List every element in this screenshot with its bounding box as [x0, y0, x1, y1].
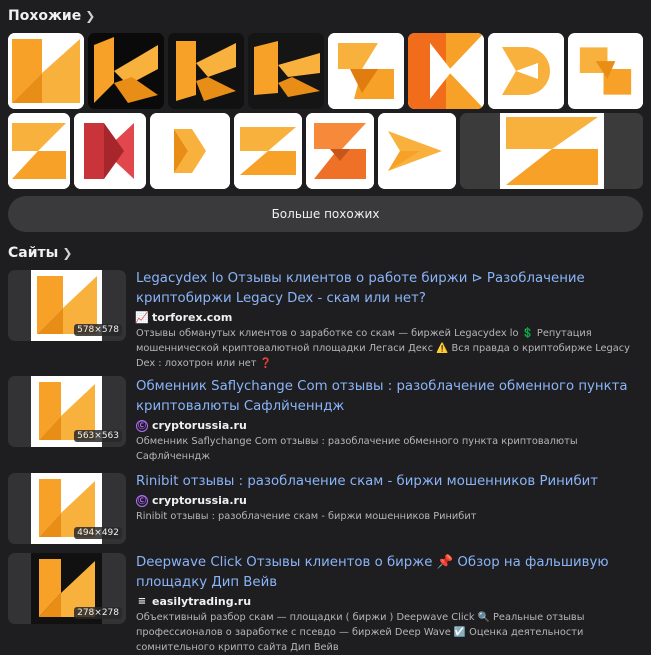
orange-logo-icon	[306, 113, 374, 189]
result-title-link[interactable]: Legacydex lo Отзывы клиентов о работе би…	[136, 269, 641, 309]
crypto-icon: Ⓒ	[136, 494, 148, 507]
dimensions-badge: 494×492	[74, 527, 122, 539]
orange-logo-icon	[378, 113, 456, 189]
result-site[interactable]: ≡ easilytrading.ru	[136, 595, 641, 608]
orange-logo-icon	[248, 33, 324, 109]
similar-image-tile[interactable]	[408, 33, 484, 109]
similar-image-tile[interactable]	[150, 113, 230, 189]
result-site[interactable]: Ⓒ cryptorussia.ru	[136, 494, 641, 507]
search-result: Legacydex lo Отзывы клиентов о работе би…	[135, 269, 641, 371]
red-logo-icon	[74, 113, 146, 189]
result-thumbnail[interactable]: 563×563	[8, 376, 126, 447]
similar-image-tile[interactable]	[8, 113, 70, 189]
chevron-right-icon: ❯	[85, 9, 96, 23]
similar-section-title[interactable]: Похожие ❯	[8, 8, 95, 24]
result-thumbnail[interactable]: 278×278	[8, 553, 126, 624]
result-snippet: Обменник Saflychange Com отзывы : разобл…	[136, 436, 578, 462]
result-thumbnail[interactable]: 494×492	[8, 473, 126, 544]
similar-image-tile[interactable]	[328, 33, 404, 109]
similar-title-label: Похожие	[8, 8, 82, 24]
orange-logo-icon	[8, 113, 70, 189]
orange-logo-icon	[8, 33, 84, 109]
similar-image-tile[interactable]	[568, 33, 643, 109]
orange-logo-icon	[328, 33, 404, 109]
sites-title-label: Сайты	[8, 245, 59, 261]
orange-logo-icon	[408, 33, 484, 109]
similar-image-tile[interactable]	[306, 113, 374, 189]
chart-icon: 📈	[135, 311, 149, 324]
dimensions-badge: 563×563	[74, 430, 122, 442]
dimensions-badge: 278×278	[74, 607, 122, 619]
search-result: Обменник Saflychange Com отзывы : разобл…	[136, 377, 641, 464]
orange-logo-icon	[88, 33, 164, 109]
orange-logo-icon	[568, 33, 643, 109]
result-title-link[interactable]: Обменник Saflychange Com отзывы : разобл…	[136, 377, 641, 417]
result-site-domain: easilytrading.ru	[152, 595, 252, 608]
more-similar-button[interactable]: Больше похожих	[8, 196, 643, 232]
result-title-link[interactable]: Deepwave Click Отзывы клиентов о бирже 📌…	[136, 553, 641, 593]
search-result: Rinibit отзывы : разоблачение скам - бир…	[136, 472, 641, 524]
orange-logo-icon	[150, 113, 230, 189]
orange-logo-icon	[460, 113, 643, 189]
result-thumbnail[interactable]: 578×578	[8, 270, 126, 341]
dimensions-badge: 578×578	[74, 324, 122, 336]
similar-image-tile[interactable]	[488, 33, 564, 109]
result-title-link[interactable]: Rinibit отзывы : разоблачение скам - бир…	[136, 472, 641, 492]
similar-image-tile[interactable]	[8, 33, 84, 109]
result-site-domain: cryptorussia.ru	[152, 494, 247, 507]
result-site-domain: torforex.com	[152, 311, 233, 324]
chevron-right-icon: ❯	[62, 246, 73, 260]
orange-logo-icon	[234, 113, 302, 189]
bars-icon: ≡	[137, 596, 147, 607]
sites-section-title[interactable]: Сайты ❯	[8, 245, 72, 261]
result-site-domain: cryptorussia.ru	[152, 419, 247, 432]
crypto-icon: Ⓒ	[136, 419, 148, 432]
search-result: Deepwave Click Отзывы клиентов о бирже 📌…	[136, 553, 641, 655]
orange-logo-icon	[168, 33, 244, 109]
result-snippet: Отзывы обманутых клиентов о заработке со…	[136, 328, 630, 369]
similar-image-tile[interactable]	[88, 33, 164, 109]
orange-logo-icon	[488, 33, 564, 109]
result-snippet: Объективный разбор скам — площадки ( бир…	[136, 612, 585, 653]
similar-image-tile[interactable]	[460, 113, 643, 189]
similar-image-tile[interactable]	[248, 33, 324, 109]
similar-image-tile[interactable]	[74, 113, 146, 189]
similar-image-tile[interactable]	[168, 33, 244, 109]
result-site[interactable]: Ⓒ cryptorussia.ru	[136, 419, 641, 432]
similar-image-tile[interactable]	[234, 113, 302, 189]
similar-image-tile[interactable]	[378, 113, 456, 189]
result-snippet: Rinibit отзывы : разоблачение скам - бир…	[136, 511, 477, 522]
result-site[interactable]: 📈 torforex.com	[135, 311, 641, 324]
